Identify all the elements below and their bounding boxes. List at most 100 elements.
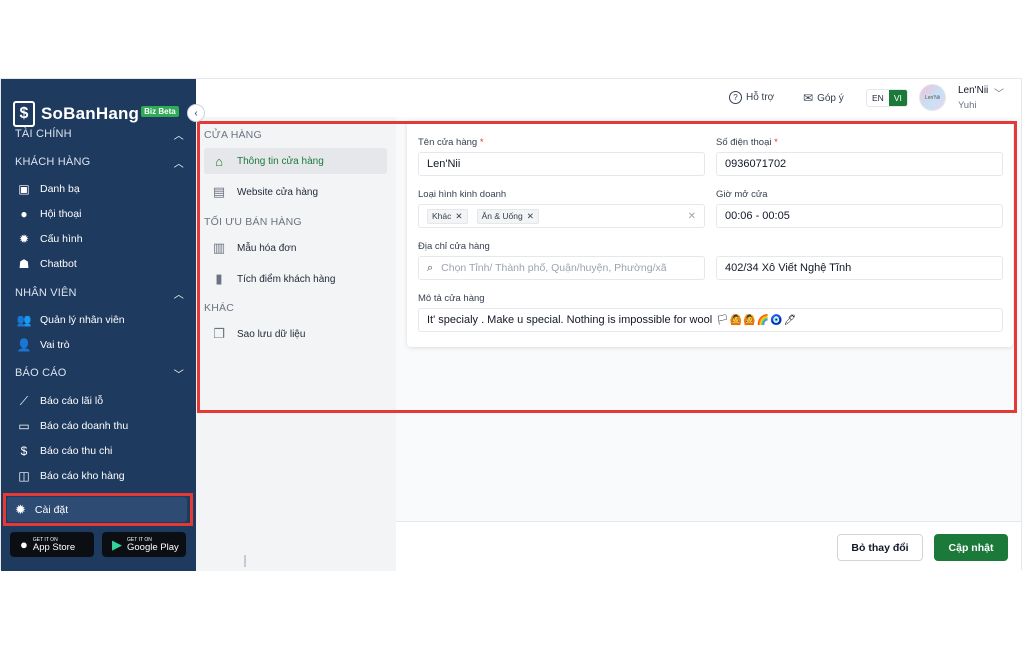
business-type-select[interactable]: Khác ✕ Ăn & Uống ✕ ✕ xyxy=(418,204,705,228)
address-street-input[interactable]: 402/34 Xô Viết Nghệ Tĩnh xyxy=(716,256,1003,280)
submenu-item-invoice-template[interactable]: ▥ Mẫu hóa đơn xyxy=(204,235,387,261)
sidebar-section-label: BÁO CÁO xyxy=(15,367,67,379)
sidebar-item-roles[interactable]: 👤 Vai trò xyxy=(17,335,188,355)
sidebar-section-staff[interactable]: NHÂN VIÊN ︿ xyxy=(15,284,184,302)
sidebar-item-label: Hội thoại xyxy=(40,208,82,220)
lang-en-button[interactable]: EN xyxy=(867,90,889,106)
sidebar-item-label: Báo cáo lãi lỗ xyxy=(40,395,104,407)
sidebar-section-customers[interactable]: KHÁCH HÀNG ︿ xyxy=(15,153,184,171)
sidebar-item-inventory-report[interactable]: ◫ Báo cáo kho hàng xyxy=(17,466,188,486)
sidebar-item-label: Cấu hình xyxy=(40,233,83,245)
update-button[interactable]: Cập nhật xyxy=(934,534,1008,561)
support-link[interactable]: ? Hỗ trợ xyxy=(729,91,774,104)
form-footer: Bỏ thay đổi Cập nhật xyxy=(396,521,1021,571)
tag-other: Khác ✕ xyxy=(427,208,468,224)
sidebar-item-label: Báo cáo thu chi xyxy=(40,445,113,457)
submenu-item-label: Sao lưu dữ liệu xyxy=(237,328,306,340)
sidebar-item-contacts[interactable]: ▣ Danh bạ xyxy=(17,179,188,199)
address-region-select[interactable]: ⌕ Chọn Tỉnh/ Thành phố, Quận/huyện, Phườ… xyxy=(418,256,705,280)
feedback-label: Góp ý xyxy=(817,92,844,104)
chevron-up-icon: ︿ xyxy=(173,158,184,170)
invoice-icon: ▥ xyxy=(212,240,226,255)
sidebar-item-chatbot[interactable]: ☗ Chatbot xyxy=(17,254,188,274)
lang-vi-button[interactable]: VI xyxy=(888,90,907,106)
address-placeholder: Chọn Tỉnh/ Thành phố, Quận/huyện, Phường… xyxy=(441,262,667,274)
sidebar-item-revenue-report[interactable]: ▭ Báo cáo doanh thu xyxy=(17,416,188,436)
sidebar-item-profit-report[interactable]: ⟋ Báo cáo lãi lỗ xyxy=(17,391,188,411)
submenu-item-label: Mẫu hóa đơn xyxy=(237,242,297,254)
business-type-tags: Khác ✕ Ăn & Uống ✕ xyxy=(427,208,545,224)
submenu-item-loyalty-points[interactable]: ▮ Tích điểm khách hàng xyxy=(204,266,387,292)
user-role-icon: 👤 xyxy=(16,338,32,352)
settings-submenu: CỬA HÀNG ⌂ Thông tin cửa hàng ▤ Website … xyxy=(196,117,396,571)
chevron-down-icon[interactable]: ﹀ xyxy=(994,85,1004,100)
bookmark-icon: ▮ xyxy=(215,271,223,286)
avatar-text: Len'Nii xyxy=(924,94,941,101)
users-icon: 👥 xyxy=(16,313,32,327)
sidebar-item-staff-management[interactable]: 👥 Quản lý nhân viên xyxy=(17,310,188,330)
submenu-item-store-info[interactable]: ⌂ Thông tin cửa hàng xyxy=(204,148,387,174)
tag-label: Khác xyxy=(432,211,452,221)
brand-name: SoBanHang xyxy=(41,104,140,123)
description-label: Mô tả cửa hàng xyxy=(418,293,485,304)
top-header: ? Hỗ trợ ✉ Góp ý EN VI Len'Nii Len'Nii ﹀… xyxy=(196,79,1021,117)
submenu-section-other: KHÁC xyxy=(204,302,234,314)
phone-label: Số điện thoại * xyxy=(716,137,778,148)
chevron-up-icon: ︿ xyxy=(173,289,184,301)
business-type-label: Loại hình kinh doanh xyxy=(418,189,507,200)
tag-food-drink: Ăn & Uống ✕ xyxy=(476,208,539,224)
main-content: Tên cửa hàng * Len'Nii Số điện thoại * 0… xyxy=(396,117,1021,521)
website-icon: ▤ xyxy=(212,184,226,199)
sidebar: $ SoBanHang Biz Beta TÀI CHÍNH ︿ KHÁCH H… xyxy=(1,79,196,571)
sidebar-item-config[interactable]: ✹ Cấu hình xyxy=(17,229,188,249)
user-subtitle: Yuhi xyxy=(958,100,977,111)
google-play-button[interactable]: ▶ GET IT ON Google Play xyxy=(102,532,186,557)
close-icon[interactable]: ✕ xyxy=(527,211,534,222)
help-circle-icon: ? xyxy=(729,91,742,104)
sidebar-section-label: TÀI CHÍNH xyxy=(15,128,72,140)
sidebar-section-finance[interactable]: TÀI CHÍNH ︿ xyxy=(15,125,184,143)
robot-icon: ☗ xyxy=(18,257,30,271)
phone-input[interactable]: 0936071702 xyxy=(716,152,1003,176)
mail-icon: ✉ xyxy=(803,91,814,105)
description-text: It' specialy . Make u special. Nothing i… xyxy=(427,314,713,326)
sidebar-item-label: Báo cáo doanh thu xyxy=(40,420,129,432)
sidebar-item-label: Danh bạ xyxy=(40,183,80,195)
coins-icon: $ xyxy=(20,444,28,458)
sidebar-item-cashflow-report[interactable]: $ Báo cáo thu chi xyxy=(17,441,188,461)
sidebar-item-label: Chatbot xyxy=(40,258,77,270)
phone-label-text: Số điện thoại xyxy=(716,137,772,148)
sidebar-item-label: Vai trò xyxy=(40,339,70,351)
opening-hours-label: Giờ mở cửa xyxy=(716,189,768,200)
store-name-input[interactable]: Len'Nii xyxy=(418,152,705,176)
clear-icon[interactable]: ✕ xyxy=(688,211,696,222)
submenu-section-sales-optimization: TỐI ƯU BÁN HÀNG xyxy=(204,216,302,228)
app-window: $ SoBanHang Biz Beta TÀI CHÍNH ︿ KHÁCH H… xyxy=(0,78,1022,571)
sidebar-item-label: Quản lý nhân viên xyxy=(40,314,125,326)
sidebar-section-reports[interactable]: BÁO CÁO ﹀ xyxy=(15,364,184,382)
store-label: App Store xyxy=(32,541,76,553)
chevron-down-icon: ﹀ xyxy=(173,369,184,381)
close-icon[interactable]: ✕ xyxy=(455,211,462,222)
sidebar-collapse-button[interactable]: ‹ xyxy=(187,104,205,122)
resize-handle[interactable] xyxy=(244,555,246,567)
feedback-link[interactable]: ✉ Góp ý xyxy=(803,91,844,105)
support-label: Hỗ trợ xyxy=(746,92,775,103)
dollar-logo-icon: $ xyxy=(13,101,35,127)
description-input[interactable]: It' specialy . Make u special. Nothing i… xyxy=(418,308,1003,332)
opening-hours-input[interactable]: 00:06 - 00:05 xyxy=(716,204,1003,228)
store-label: Google Play xyxy=(127,541,179,553)
chevron-up-icon: ︿ xyxy=(173,130,184,142)
gear-icon: ✹ xyxy=(18,232,30,246)
user-name[interactable]: Len'Nii xyxy=(958,85,988,96)
tag-label: Ăn & Uống xyxy=(481,211,523,221)
sidebar-section-label: KHÁCH HÀNG xyxy=(15,156,91,168)
app-store-button[interactable]: ● GET IT ON App Store xyxy=(10,532,94,557)
submenu-item-website[interactable]: ▤ Website cửa hàng xyxy=(204,179,387,205)
sidebar-item-conversations[interactable]: ● Hội thoại xyxy=(17,204,188,224)
submenu-item-backup[interactable]: ❐ Sao lưu dữ liệu xyxy=(204,321,387,347)
discard-changes-button[interactable]: Bỏ thay đổi xyxy=(837,534,923,561)
submenu-item-label: Tích điểm khách hàng xyxy=(237,273,336,285)
search-icon: ⌕ xyxy=(427,261,434,274)
avatar[interactable]: Len'Nii xyxy=(919,84,946,111)
